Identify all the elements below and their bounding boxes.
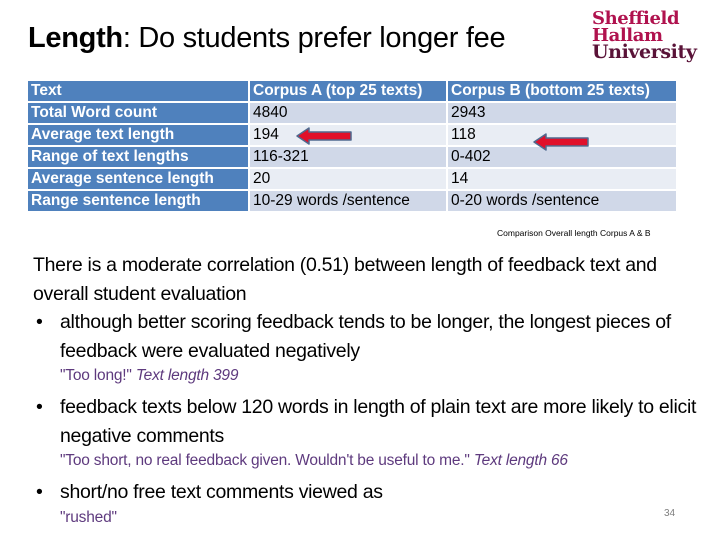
bullet-text: although better scoring feedback tends t… bbox=[60, 311, 671, 362]
university-logo: Sheffield Hallam University bbox=[592, 10, 712, 63]
left-arrow-icon bbox=[533, 133, 589, 151]
bullet-icon: • bbox=[36, 311, 43, 333]
bullet-icon: • bbox=[36, 481, 43, 503]
corpus-a-value: 20 bbox=[250, 169, 446, 189]
row-label: Range sentence length bbox=[28, 191, 248, 211]
row-label: Average sentence length bbox=[28, 169, 248, 189]
quote-text: "Too short, no real feedback given. Woul… bbox=[60, 452, 470, 469]
quote-meta: Text length 66 bbox=[473, 452, 568, 469]
intro-paragraph: There is a moderate correlation (0.51) b… bbox=[33, 254, 657, 305]
table-header-row: Text Corpus A (top 25 texts) Corpus B (b… bbox=[28, 81, 676, 101]
quote-meta: Text length 399 bbox=[135, 367, 239, 384]
corpus-a-value: 116-321 bbox=[250, 147, 446, 167]
bullet-item: • short/no free text comments viewed as bbox=[33, 478, 713, 507]
corpus-b-value: 2943 bbox=[448, 103, 676, 123]
table-header-cell: Corpus A (top 25 texts) bbox=[250, 81, 446, 101]
slide-body: There is a moderate correlation (0.51) b… bbox=[33, 251, 713, 535]
bullet-item: • although better scoring feedback tends… bbox=[33, 308, 713, 365]
row-label: Average text length bbox=[28, 125, 248, 145]
bullet-text: short/no free text comments viewed as bbox=[60, 481, 383, 503]
table-caption: Comparison Overall length Corpus A & B bbox=[497, 228, 651, 238]
corpus-a-value: 10-29 words /sentence bbox=[250, 191, 446, 211]
student-quote: "Too long!" Text length 399 bbox=[33, 365, 713, 387]
corpus-b-value: 14 bbox=[448, 169, 676, 189]
bullet-text: feedback texts below 120 words in length… bbox=[60, 396, 697, 447]
row-label: Range of text lengths bbox=[28, 147, 248, 167]
table-row: Total Word count 4840 2943 bbox=[28, 103, 676, 123]
corpus-a-value: 4840 bbox=[250, 103, 446, 123]
slide-title: Length: Do students prefer longer fee bbox=[28, 20, 506, 56]
left-arrow-icon bbox=[296, 127, 352, 145]
table-row: Range sentence length 10-29 words /sente… bbox=[28, 191, 676, 211]
slide-title-bold: Length bbox=[28, 22, 123, 54]
quote-text: "rushed" bbox=[60, 508, 117, 526]
bullet-item: • feedback texts below 120 words in leng… bbox=[33, 393, 713, 450]
slide-title-rest: : Do students prefer longer fee bbox=[122, 22, 506, 54]
student-quote: "rushed" bbox=[33, 507, 713, 529]
page-number: 34 bbox=[664, 508, 676, 519]
bullet-icon: • bbox=[36, 396, 43, 418]
corpus-b-value: 0-20 words /sentence bbox=[448, 191, 676, 211]
table-row: Average sentence length 20 14 bbox=[28, 169, 676, 189]
table-header-cell: Corpus B (bottom 25 texts) bbox=[448, 81, 676, 101]
table-header-cell: Text bbox=[28, 81, 248, 101]
row-label: Total Word count bbox=[28, 103, 248, 123]
quote-text: "Too long!" bbox=[60, 367, 132, 384]
logo-line-3: University bbox=[592, 41, 697, 63]
student-quote: "Too short, no real feedback given. Woul… bbox=[33, 450, 713, 472]
